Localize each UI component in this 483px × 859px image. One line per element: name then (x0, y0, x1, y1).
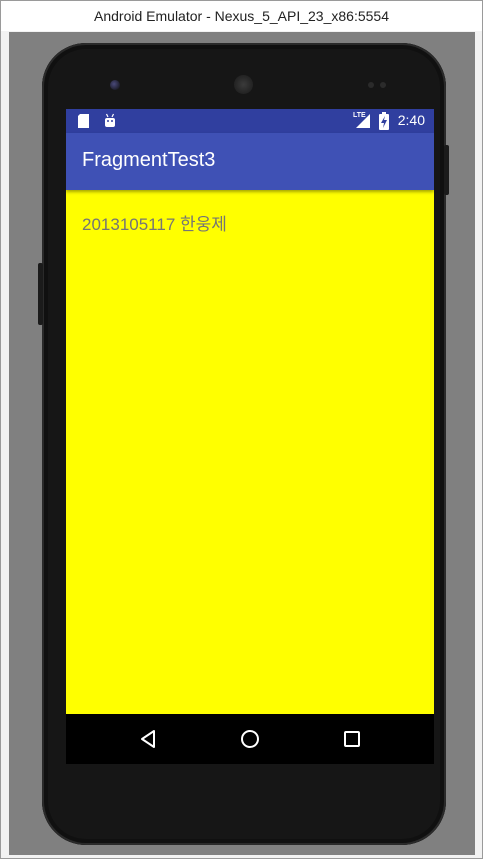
sd-card-icon (78, 114, 89, 128)
signal-icon (356, 114, 370, 128)
recents-icon[interactable] (341, 728, 363, 750)
battery-charging-icon (379, 112, 389, 130)
phone-device: LTE 2:40 FragmentTest3 2013105117 한웅제 (38, 43, 449, 845)
volume-button[interactable] (38, 263, 43, 325)
app-title: FragmentTest3 (82, 149, 216, 171)
android-debug-icon (105, 113, 115, 127)
proximity-sensor-icon (368, 82, 374, 88)
emulator-viewport: LTE 2:40 FragmentTest3 2013105117 한웅제 (9, 32, 475, 855)
navigation-bar (66, 714, 434, 764)
home-icon[interactable] (239, 728, 261, 750)
front-camera-icon (110, 80, 120, 90)
status-clock: 2:40 (397, 112, 425, 128)
window-title: Android Emulator - Nexus_5_API_23_x86:55… (94, 8, 389, 24)
emulator-window: Android Emulator - Nexus_5_API_23_x86:55… (0, 0, 483, 859)
status-bar[interactable]: LTE 2:40 (66, 109, 434, 133)
light-sensor-icon (380, 82, 386, 88)
earpiece-speaker-icon (234, 75, 253, 94)
phone-screen[interactable]: LTE 2:40 FragmentTest3 2013105117 한웅제 (66, 109, 434, 764)
fragment-text: 2013105117 한웅제 (82, 215, 227, 234)
app-bar: FragmentTest3 (66, 133, 434, 190)
power-button[interactable] (444, 145, 449, 195)
back-icon[interactable] (137, 728, 159, 750)
window-titlebar[interactable]: Android Emulator - Nexus_5_API_23_x86:55… (1, 1, 482, 31)
